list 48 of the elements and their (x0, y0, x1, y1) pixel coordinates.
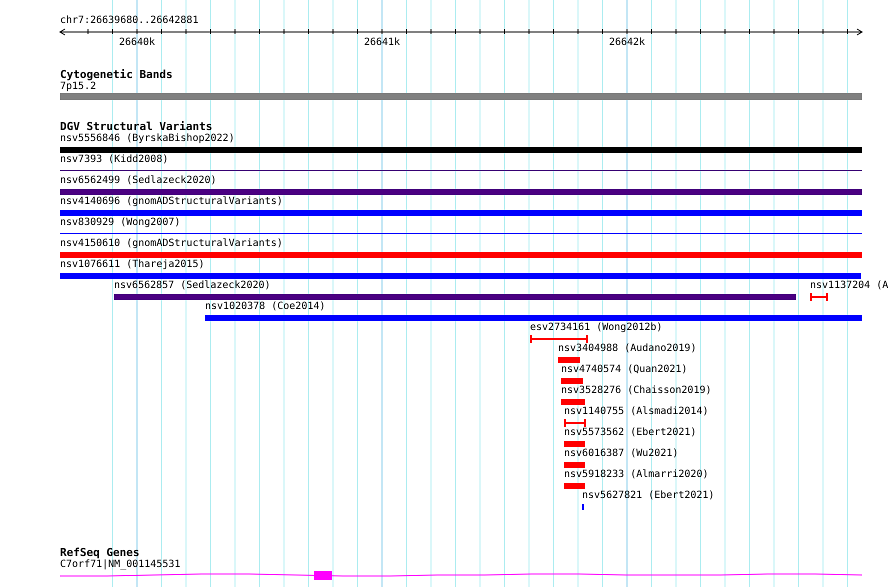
variant-label: nsv1137204 (A (810, 280, 888, 292)
variant-label: nsv5918233 (Almarri2020) (564, 469, 708, 481)
band-label: 7p15.2 (59, 81, 98, 93)
variant-label: nsv3404988 (Audano2019) (558, 343, 696, 355)
gene-label: C7orf71|NM_001145531 (59, 559, 182, 571)
variant-bar[interactable] (558, 357, 580, 363)
tick-label: 26640k (118, 37, 156, 49)
track-title: DGV Structural Variants (59, 121, 214, 133)
variant-bar[interactable] (561, 378, 583, 384)
variant-label: nsv1140755 (Alsmadi2014) (564, 406, 708, 418)
variant-label: nsv3528276 (Chaisson2019) (561, 385, 712, 397)
tick-label: 26641k (364, 37, 400, 49)
track-title: Cytogenetic Bands (59, 69, 174, 81)
variant-line[interactable] (60, 170, 862, 171)
variant-bar[interactable] (564, 441, 585, 447)
variant-bar[interactable] (114, 294, 796, 300)
variant-label: nsv6562857 (Sedlazeck2020) (114, 280, 271, 292)
variant-label: nsv5556846 (ByrskaBishop2022) (60, 133, 235, 145)
gene-drawing[interactable] (60, 571, 862, 580)
track-title: RefSeq Genes (59, 547, 140, 559)
variant-bar[interactable] (60, 147, 862, 153)
tick-label: 26642k (608, 37, 646, 49)
variant-label: nsv4150610 (gnomADStructuralVariants) (60, 238, 283, 250)
variant-interval[interactable] (530, 335, 588, 343)
variant-bar[interactable] (205, 315, 862, 321)
cytoband-bar[interactable] (60, 93, 862, 100)
variant-label: nsv5627821 (Ebert2021) (582, 490, 714, 502)
variant-label: nsv4740574 (Quan2021) (561, 364, 688, 376)
variant-label: nsv5573562 (Ebert2021) (564, 427, 696, 439)
variant-label: esv2734161 (Wong2012b) (530, 322, 662, 334)
variant-label: nsv6562499 (Sedlazeck2020) (60, 175, 217, 187)
variant-interval[interactable] (564, 419, 586, 427)
variant-bar[interactable] (60, 273, 861, 279)
variant-bar[interactable] (60, 210, 862, 216)
variant-label: nsv7393 (Kidd2008) (60, 154, 168, 166)
variant-label: nsv6016387 (Wu2021) (564, 448, 678, 460)
variant-line[interactable] (60, 233, 862, 234)
variant-bar[interactable] (60, 189, 862, 195)
variant-label: nsv1076611 (Thareja2015) (60, 259, 204, 271)
variant-label: nsv830929 (Wong2007) (60, 217, 180, 229)
variant-bar[interactable] (564, 462, 585, 468)
variant-interval[interactable] (810, 293, 828, 301)
location-label: chr7:26639680..26642881 (59, 15, 200, 27)
variant-bar[interactable] (564, 483, 585, 489)
variant-bar[interactable] (561, 399, 585, 405)
variant-bar[interactable] (60, 252, 862, 258)
variant-label: nsv4140696 (gnomADStructuralVariants) (60, 196, 283, 208)
variant-label: nsv1020378 (Coe2014) (205, 301, 326, 313)
